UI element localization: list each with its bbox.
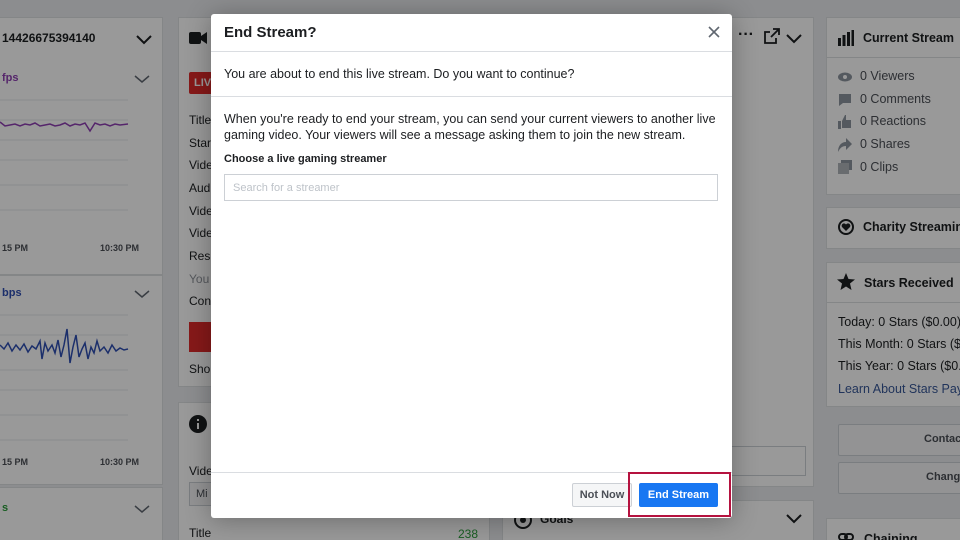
dialog-header: End Stream?	[211, 14, 732, 52]
end-stream-dialog: End Stream? You are about to end this li…	[211, 14, 732, 518]
dialog-description: When you're ready to end your stream, yo…	[224, 112, 716, 142]
dialog-message: You are about to end this live stream. D…	[224, 67, 575, 81]
end-stream-highlight	[628, 472, 731, 517]
dialog-title: End Stream?	[224, 24, 317, 41]
divider	[211, 96, 732, 97]
streamer-search-label: Choose a live gaming streamer	[224, 153, 387, 165]
streamer-search-input[interactable]	[224, 174, 718, 201]
close-icon[interactable]	[707, 25, 721, 39]
not-now-button[interactable]: Not Now	[572, 483, 632, 507]
